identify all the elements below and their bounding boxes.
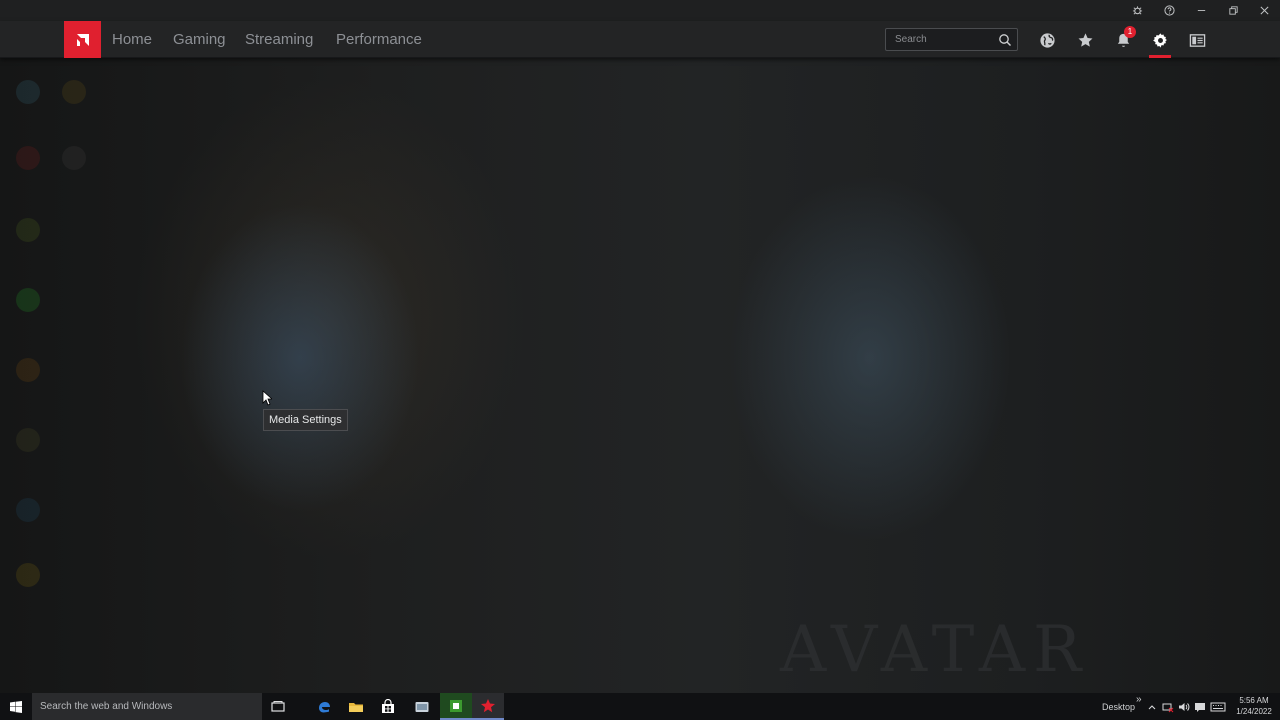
wallpaper-title: AVATAR bbox=[780, 613, 1090, 687]
minimize-icon[interactable] bbox=[1185, 0, 1217, 21]
tooltip: Media Settings bbox=[263, 409, 348, 431]
search-box bbox=[885, 28, 1018, 51]
tab-streaming[interactable]: Streaming bbox=[245, 21, 313, 58]
tray-overflow-icon[interactable] bbox=[1147, 693, 1157, 720]
media-app-icon[interactable] bbox=[440, 693, 472, 720]
title-bar bbox=[0, 0, 1280, 21]
mouse-cursor-icon bbox=[262, 390, 272, 406]
amd-radeon-icon[interactable] bbox=[472, 693, 504, 720]
globe-icon[interactable] bbox=[1036, 29, 1058, 51]
desktop-shortcut-icon bbox=[16, 428, 40, 452]
desktop-shortcut-icon bbox=[62, 146, 86, 170]
tab-home[interactable]: Home bbox=[112, 21, 152, 58]
file-explorer-icon[interactable] bbox=[340, 693, 372, 720]
desktop-shortcut-icon bbox=[62, 80, 86, 104]
desktop-shortcut-icon bbox=[16, 146, 40, 170]
layout-icon[interactable] bbox=[1186, 29, 1208, 51]
clock-time: 5:56 AM bbox=[1239, 696, 1269, 705]
search-input[interactable] bbox=[886, 29, 994, 50]
main-nav-bar: Home Gaming Streaming Performance 1 bbox=[0, 21, 1280, 58]
windows-start-icon[interactable] bbox=[0, 693, 32, 720]
amd-logo[interactable] bbox=[64, 21, 101, 58]
background-wallpaper: AVATAR bbox=[0, 58, 1280, 693]
volume-icon[interactable] bbox=[1178, 693, 1190, 720]
windows-taskbar: Search the web and Windows Desktop » 5:5… bbox=[0, 693, 1280, 720]
desktop-shortcut-icon bbox=[16, 358, 40, 382]
taskbar-search[interactable]: Search the web and Windows bbox=[32, 693, 262, 720]
active-tab-indicator bbox=[1149, 55, 1171, 58]
notification-badge: 1 bbox=[1124, 26, 1136, 38]
network-icon[interactable] bbox=[1162, 693, 1174, 720]
action-center-icon[interactable] bbox=[1194, 693, 1206, 720]
gear-icon[interactable] bbox=[1149, 29, 1171, 51]
restore-icon[interactable] bbox=[1217, 0, 1249, 21]
desktop-toolbar-chevron[interactable]: » bbox=[1136, 686, 1142, 713]
help-icon[interactable] bbox=[1153, 0, 1185, 21]
desktop-label[interactable]: Desktop bbox=[1102, 693, 1135, 720]
desktop-shortcut-icon bbox=[16, 288, 40, 312]
close-icon[interactable] bbox=[1248, 0, 1280, 21]
app-icon[interactable] bbox=[406, 693, 438, 720]
bug-icon[interactable] bbox=[1121, 0, 1153, 21]
desktop-shortcut-icon bbox=[16, 80, 40, 104]
taskbar-clock[interactable]: 5:56 AM 1/24/2022 bbox=[1230, 695, 1278, 717]
tab-performance[interactable]: Performance bbox=[336, 21, 422, 58]
keyboard-icon[interactable] bbox=[1210, 693, 1226, 720]
desktop-shortcut-icon bbox=[16, 563, 40, 587]
desktop-shortcut-icon bbox=[16, 498, 40, 522]
app-window: Home Gaming Streaming Performance 1 bbox=[0, 0, 1280, 720]
clock-date: 1/24/2022 bbox=[1236, 707, 1272, 716]
tab-gaming[interactable]: Gaming bbox=[173, 21, 226, 58]
task-view-icon[interactable] bbox=[262, 693, 294, 720]
search-icon[interactable] bbox=[998, 33, 1012, 47]
desktop-shortcut-icon bbox=[16, 218, 40, 242]
edge-icon[interactable] bbox=[308, 693, 340, 720]
star-icon[interactable] bbox=[1074, 29, 1096, 51]
store-icon[interactable] bbox=[372, 693, 404, 720]
